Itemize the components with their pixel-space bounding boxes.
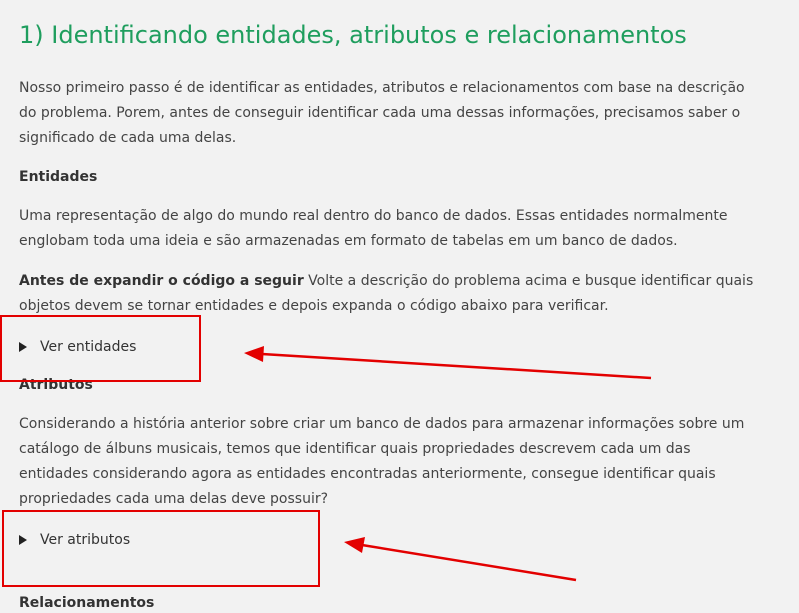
entidades-prompt-bold: Antes de expandir o código a seguir — [19, 273, 304, 289]
entidades-description: Uma representação de algo do mundo real … — [19, 208, 728, 249]
intro-paragraph: Nosso primeiro passo é de identificar as… — [19, 80, 745, 146]
section-heading-entidades: Entidades — [19, 169, 98, 185]
page-title: 1) Identificando entidades, atributos e … — [19, 21, 687, 49]
atributos-description: Considerando a história anterior sobre c… — [19, 416, 745, 507]
highlight-box-entidades — [0, 315, 201, 382]
arrow-to-atributos — [344, 537, 577, 582]
entidades-prompt: Antes de expandir o código a seguir Volt… — [19, 269, 764, 319]
highlight-box-atributos — [2, 510, 320, 587]
section-heading-relacionamentos: Relacionamentos — [19, 595, 155, 611]
